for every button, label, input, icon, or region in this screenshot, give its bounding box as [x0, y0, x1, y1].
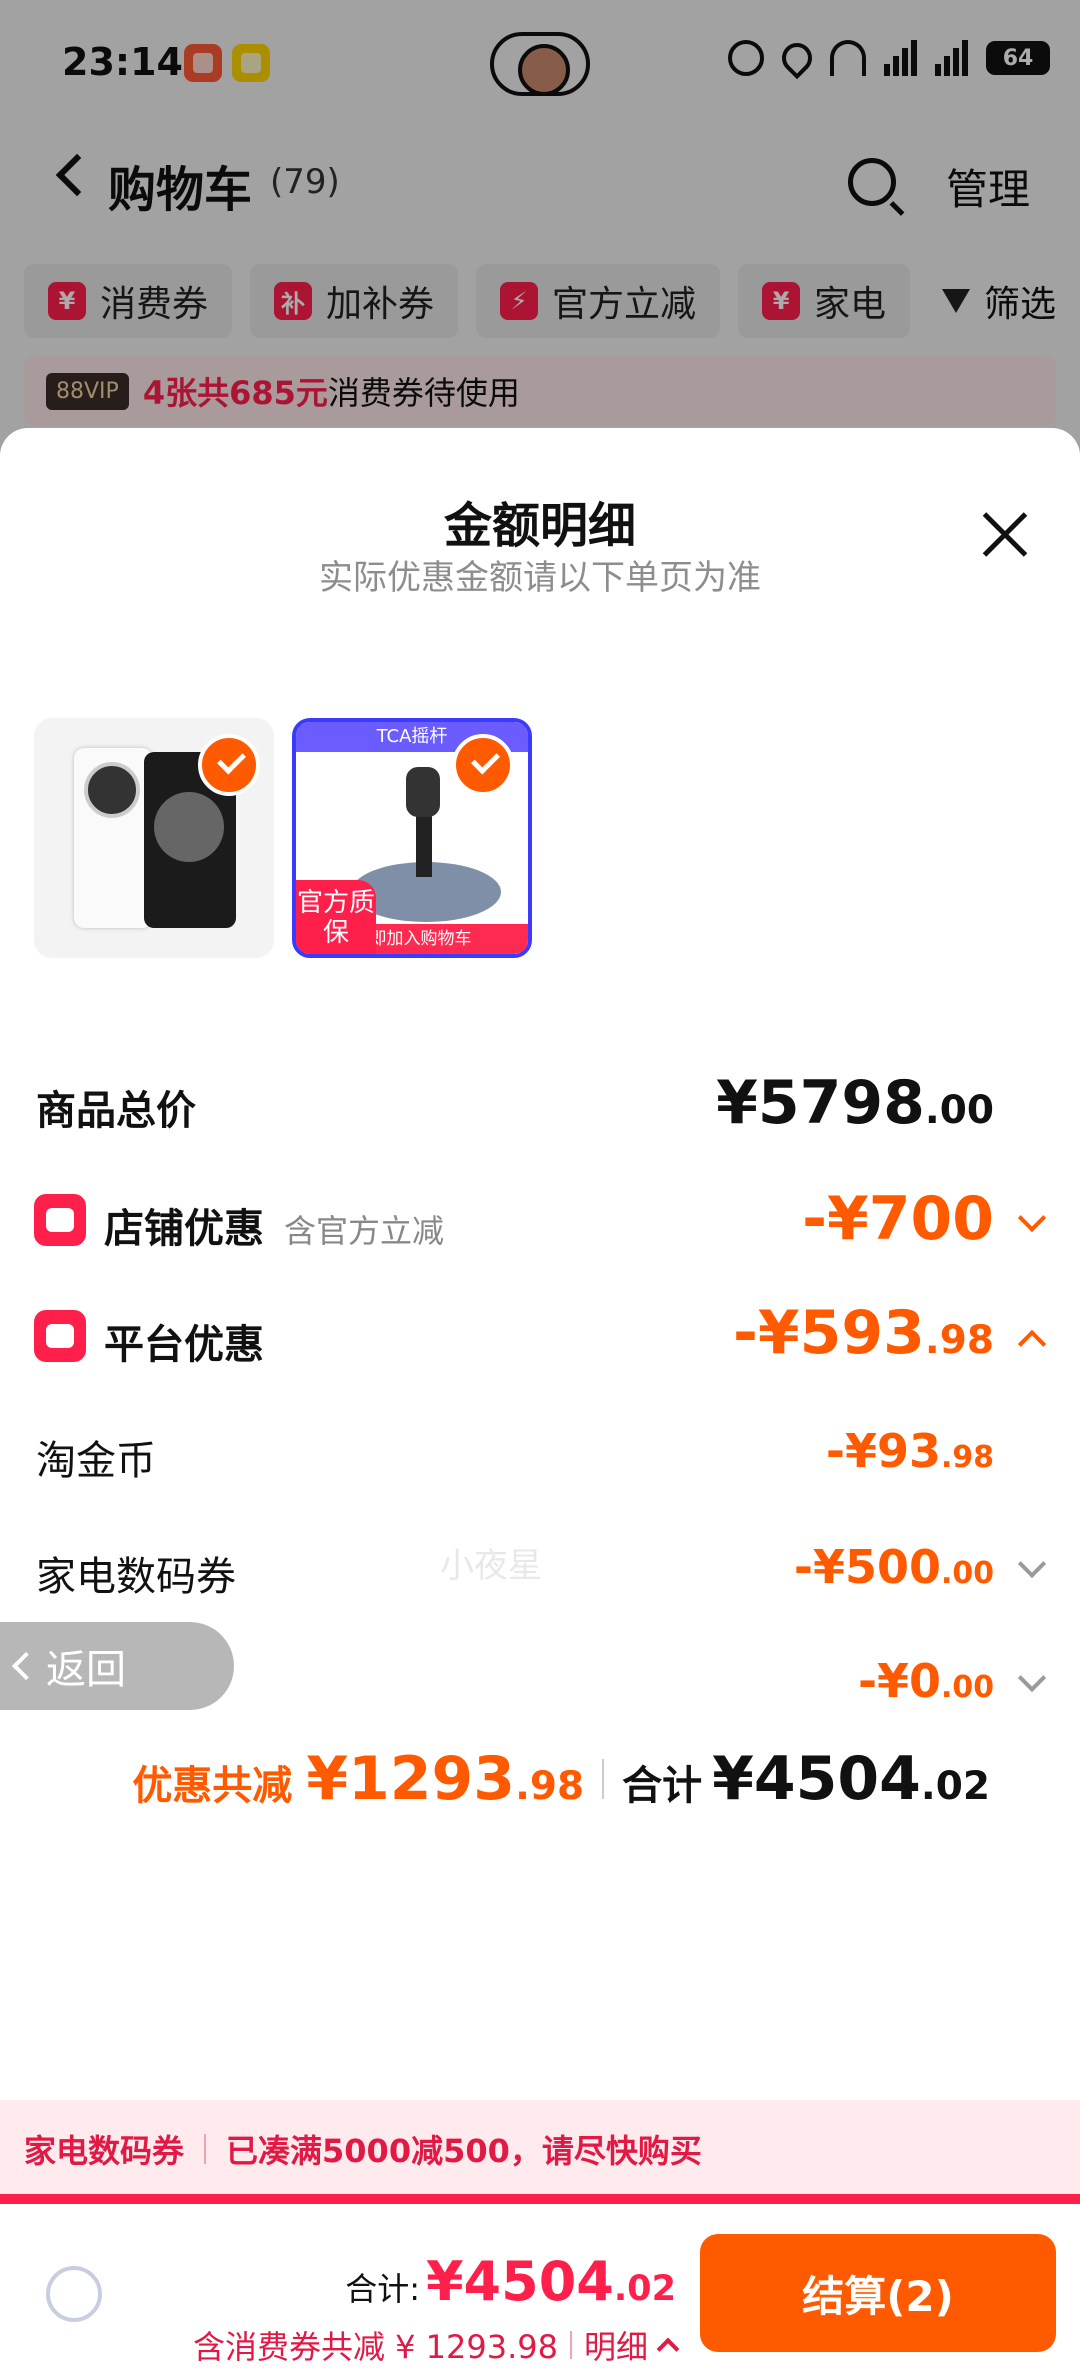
appliance-coupon-amount: -¥500.00	[794, 1540, 994, 1594]
row-label: 商品总价	[36, 1088, 196, 1134]
accent-line	[0, 2194, 1080, 2204]
checkout-bar: 合计: ¥4504.02 含消费券共减 ¥ 1293.98 明细 结算(2)	[0, 2210, 1080, 2376]
back-chevron-icon	[11, 1651, 41, 1681]
selected-check-icon	[452, 734, 514, 796]
amount-cents: .02	[613, 2268, 676, 2309]
bottom-detail: 含消费券共减 ¥ 1293.98 明细	[192, 2322, 680, 2368]
checkout-button[interactable]: 结算(2)	[700, 2234, 1056, 2352]
total-price-amount: ¥5798.00	[716, 1068, 994, 1138]
amount-cents: .02	[920, 1764, 990, 1809]
sheet-title: 金额明细	[443, 498, 636, 554]
bottom-total-amount: ¥4504.02	[426, 2250, 676, 2313]
row-platform-discount[interactable]: 平台优惠 -¥593.98	[0, 1298, 1080, 1378]
amount-cents: .98	[941, 1440, 994, 1475]
joystick-image	[406, 767, 440, 817]
discount-total-amount: ¥1293.98	[306, 1744, 584, 1814]
bottom-detail-text: 含消费券共减 ¥ 1293.98	[192, 2328, 558, 2366]
amount-detail-sheet: 金额明细 实际优惠金额请以下单页为准 TCA摇杆 立即加入购物车 官方质保 小夜…	[0, 428, 1080, 2376]
amount-main: -¥93	[825, 1424, 942, 1478]
coupon-tag: 家电数码券	[24, 2132, 185, 2170]
row-label: 淘金币	[36, 1438, 156, 1484]
floating-back-button[interactable]: 返回	[0, 1622, 234, 1710]
bottom-total-label: 合计:	[345, 2270, 420, 2308]
amount-cents: .00	[924, 1088, 994, 1133]
chevron-down-icon[interactable]	[1017, 1549, 1047, 1579]
coupon-reminder-banner[interactable]: 家电数码券 已凑满5000减500，请尽快购买	[0, 2100, 1080, 2198]
chevron-up-icon[interactable]	[656, 2337, 680, 2361]
amount-cents: .98	[924, 1318, 994, 1363]
divider	[602, 1759, 605, 1799]
divider	[204, 2134, 207, 2164]
chevron-down-icon[interactable]	[1017, 1663, 1047, 1693]
row-taojinbi: 淘金币 -¥93.98	[0, 1418, 1080, 1488]
coupon-icon	[34, 1310, 86, 1362]
chevron-up-icon[interactable]	[1017, 1329, 1047, 1359]
row-total-price: 商品总价 ¥5798.00	[0, 1068, 1080, 1148]
total-amount: ¥4504.02	[712, 1744, 990, 1814]
discount-total-label: 优惠共减	[132, 1763, 293, 1809]
amount-main: ¥5798	[716, 1068, 925, 1138]
row-store-discount[interactable]: 店铺优惠 含官方立减 -¥700	[0, 1184, 1080, 1264]
platform-discount-amount: -¥593.98	[733, 1298, 994, 1368]
amount-cents: .00	[941, 1556, 994, 1591]
row-label: 平台优惠	[104, 1322, 264, 1368]
amount-main: ¥4504	[425, 2250, 614, 2313]
coupon-text: 已凑满5000减500，请尽快购买	[226, 2132, 702, 2170]
select-all-checkbox[interactable]	[46, 2266, 102, 2322]
coins-amount: -¥93.98	[826, 1424, 994, 1478]
amount-main: -¥500	[793, 1540, 942, 1594]
sheet-subtitle: 实际优惠金额请以下单页为准	[319, 558, 761, 598]
amount-cents: .98	[515, 1764, 585, 1809]
row-label-text: 店铺优惠	[104, 1206, 264, 1252]
phone-image	[74, 748, 152, 928]
row-note: 含官方立减	[284, 1212, 445, 1250]
row-label: 店铺优惠 含官方立减	[104, 1196, 444, 1254]
amount-main: -¥593	[733, 1298, 925, 1368]
detail-link[interactable]: 明细	[584, 2322, 648, 2368]
amount-main: ¥1293	[306, 1744, 516, 1814]
row-label: 家电数码券	[36, 1554, 236, 1600]
store-icon	[34, 1194, 86, 1246]
close-icon[interactable]	[980, 510, 1030, 560]
divider	[569, 2331, 572, 2359]
official-guarantee-badge: 官方质保	[296, 880, 376, 954]
amount-main: -¥700	[802, 1184, 994, 1254]
back-label: 返回	[46, 1647, 126, 1693]
store-discount-amount: -¥700	[802, 1184, 994, 1254]
amount-cents: .00	[941, 1670, 994, 1705]
row-appliance-coupon[interactable]: 家电数码券 -¥500.00	[0, 1534, 1080, 1604]
bottom-total: 合计: ¥4504.02	[345, 2250, 676, 2313]
total-label: 合计	[622, 1763, 703, 1809]
sheet-summary: 优惠共减 ¥1293.98 合计 ¥4504.02	[132, 1744, 990, 1814]
chevron-down-icon[interactable]	[1017, 1203, 1047, 1233]
amount-main: ¥4504	[712, 1744, 921, 1814]
amount-main: -¥0	[857, 1654, 942, 1708]
selected-check-icon	[198, 734, 260, 796]
red-packet-amount: -¥0.00	[858, 1654, 994, 1708]
